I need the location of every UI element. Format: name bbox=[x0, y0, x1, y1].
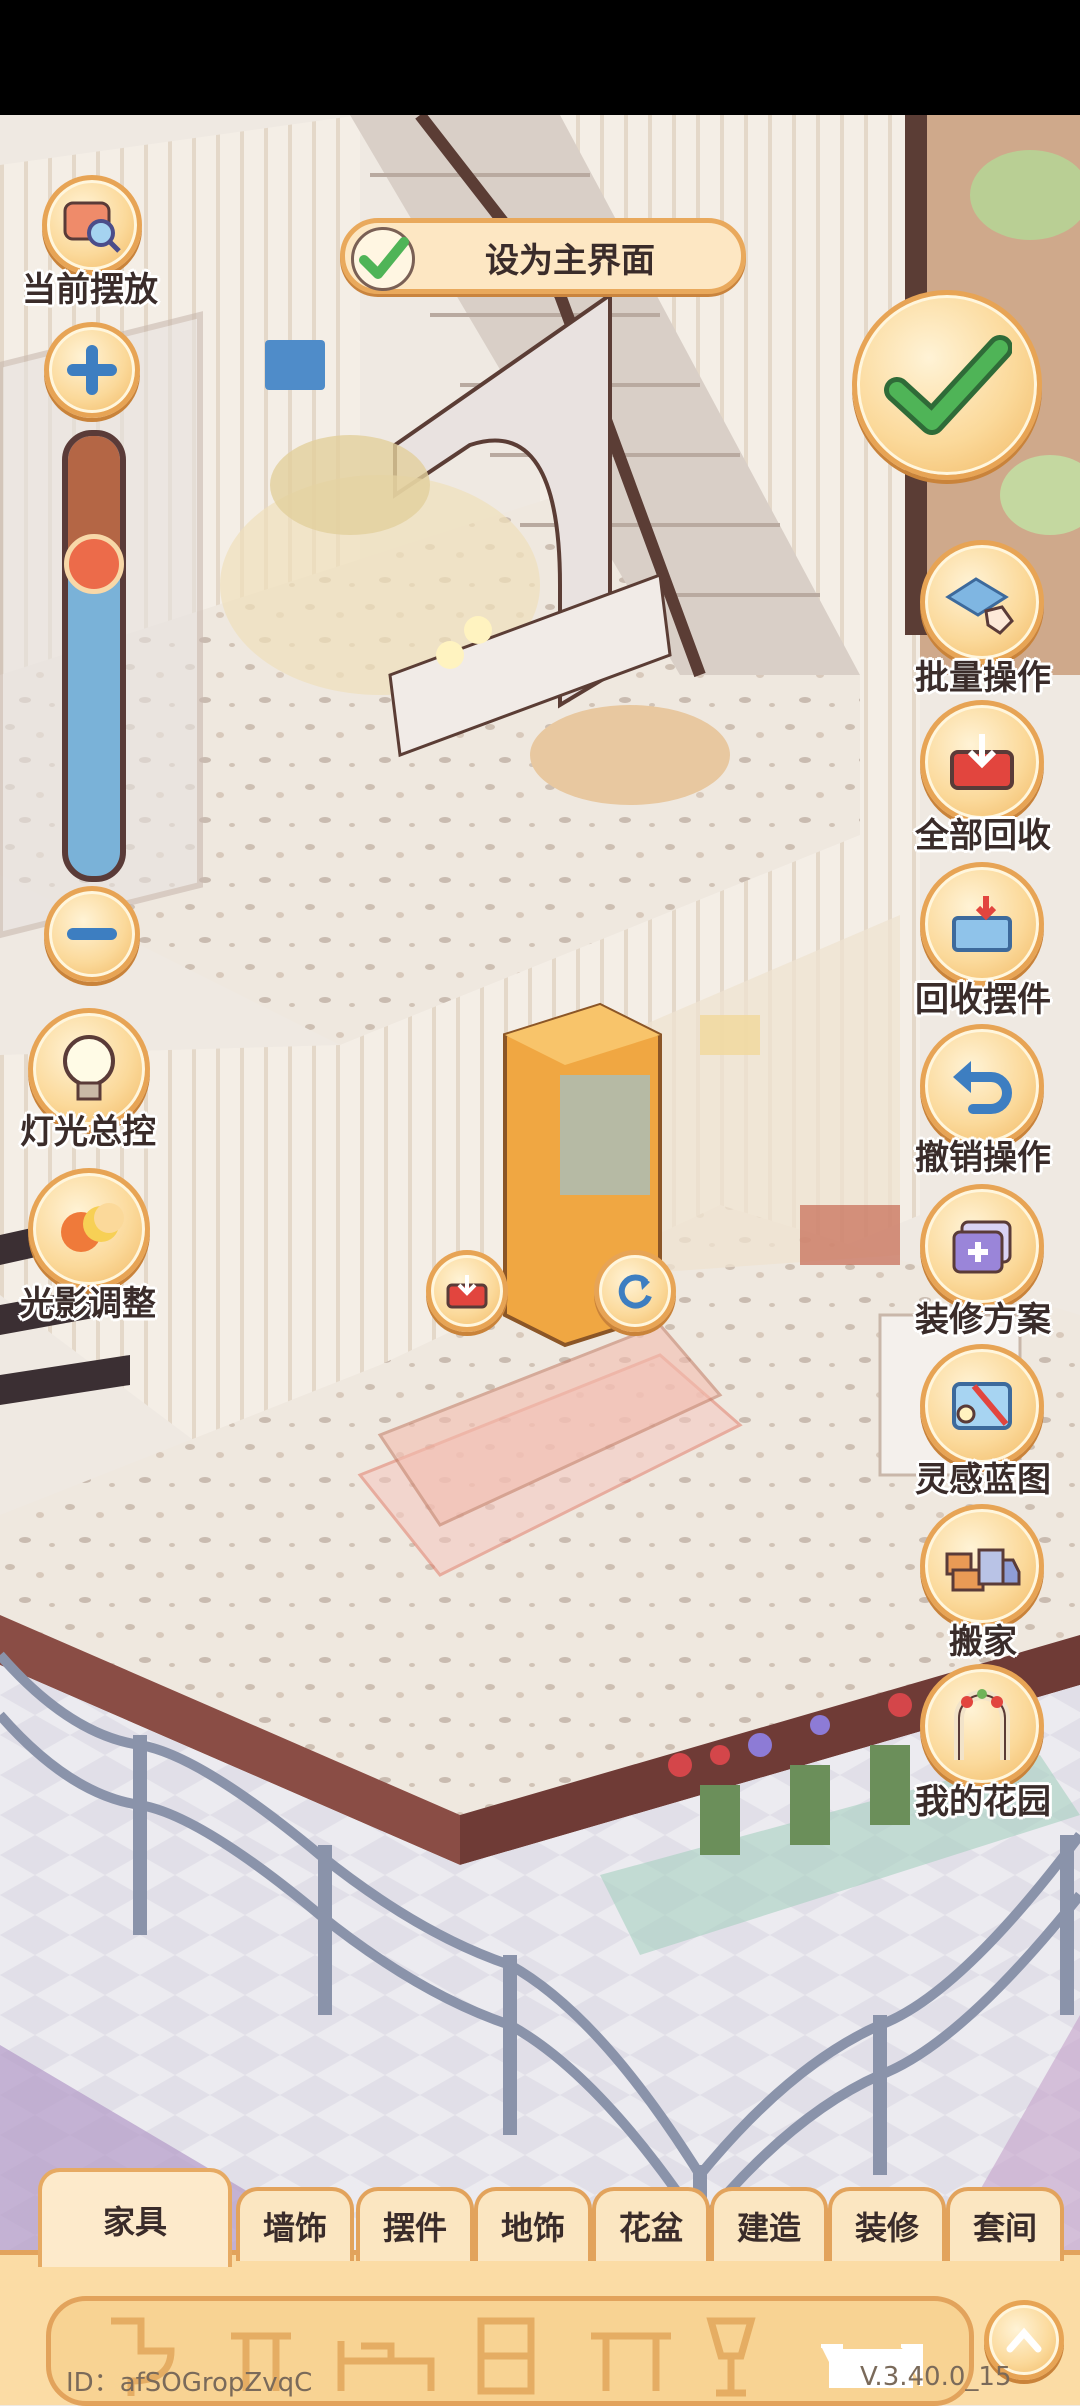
tab-wall-decor[interactable]: 墙饰 bbox=[236, 2187, 354, 2261]
move-house-button[interactable] bbox=[920, 1504, 1044, 1628]
tab-flowerpots[interactable]: 花盆 bbox=[592, 2187, 710, 2261]
minus-icon bbox=[67, 928, 117, 940]
moving-truck-icon bbox=[945, 1548, 1021, 1592]
rotate-icon bbox=[618, 1274, 652, 1309]
plus-icon bbox=[67, 345, 117, 395]
tab-build[interactable]: 建造 bbox=[710, 2187, 828, 2261]
current-placement-button[interactable] bbox=[42, 175, 142, 275]
blueprint-icon bbox=[952, 1382, 1012, 1430]
move-house-label: 搬家 bbox=[949, 1622, 1017, 1662]
sun-moon-icon bbox=[61, 1203, 124, 1252]
recycle-tray-icon bbox=[950, 734, 1014, 790]
bed-icon bbox=[337, 2341, 435, 2391]
shadow-adjust-button[interactable] bbox=[28, 1168, 150, 1290]
hand-tiles-icon bbox=[945, 577, 1014, 635]
recycle-all-button[interactable] bbox=[920, 700, 1044, 824]
recycle-all-label: 全部回收 bbox=[915, 816, 1051, 856]
inspiration-blueprint-label: 灵感蓝图 bbox=[915, 1460, 1051, 1500]
tab-floor-decor[interactable]: 地饰 bbox=[474, 2187, 592, 2261]
tab-ornaments[interactable]: 摆件 bbox=[356, 2187, 474, 2261]
lamp-icon bbox=[706, 2317, 756, 2397]
plan-cards-icon bbox=[952, 1220, 1012, 1274]
rotate-item-button[interactable] bbox=[594, 1250, 676, 1332]
tab-furniture[interactable]: 家具 bbox=[38, 2168, 232, 2267]
tab-suites[interactable]: 套间 bbox=[946, 2187, 1064, 2261]
recycle-box-icon bbox=[952, 896, 1012, 952]
decoration-plan-label: 装修方案 bbox=[915, 1300, 1051, 1340]
chevron-up-icon bbox=[1006, 2327, 1042, 2353]
zoom-slider-fill bbox=[68, 436, 120, 551]
recycle-item-button[interactable] bbox=[426, 1250, 508, 1332]
set-main-screen-toggle[interactable]: 设为主界面 bbox=[340, 218, 746, 294]
zoom-slider[interactable] bbox=[62, 430, 126, 882]
zoom-slider-handle[interactable] bbox=[64, 534, 124, 595]
inspiration-blueprint-button[interactable] bbox=[920, 1344, 1044, 1468]
cabinet-icon bbox=[477, 2317, 535, 2395]
batch-operation-button[interactable] bbox=[920, 540, 1044, 664]
lightbulb-icon bbox=[63, 1035, 115, 1101]
light-control-label: 灯光总控 bbox=[20, 1112, 156, 1152]
zoom-out-button[interactable] bbox=[44, 886, 140, 982]
undo-arrow-icon bbox=[953, 1061, 1012, 1114]
checkmark-icon bbox=[884, 335, 1012, 435]
version-label: V.3.40.0_15 bbox=[860, 2362, 1012, 2392]
my-garden-label: 我的花园 bbox=[915, 1782, 1051, 1822]
status-bar bbox=[0, 0, 1080, 115]
confirm-button[interactable] bbox=[852, 290, 1042, 480]
garden-arch-icon bbox=[954, 1689, 1010, 1760]
desk-icon bbox=[591, 2332, 671, 2391]
shadow-adjust-label: 光影调整 bbox=[20, 1284, 156, 1324]
zoom-in-button[interactable] bbox=[44, 322, 140, 418]
batch-operation-label: 批量操作 bbox=[915, 658, 1051, 698]
current-placement-label: 当前摆放 bbox=[22, 270, 158, 310]
undo-label: 撤销操作 bbox=[915, 1138, 1051, 1178]
player-id: ID：afSOGropZvqC bbox=[66, 2368, 313, 2398]
my-garden-button[interactable] bbox=[920, 1664, 1044, 1788]
recycle-ornaments-button[interactable] bbox=[920, 862, 1044, 986]
checkmark-icon bbox=[351, 227, 415, 291]
search-list-icon bbox=[63, 201, 121, 253]
set-main-screen-label: 设为主界面 bbox=[485, 241, 655, 281]
recycle-tray-icon bbox=[446, 1275, 488, 1309]
tab-renovation[interactable]: 装修 bbox=[828, 2187, 946, 2261]
decoration-plan-button[interactable] bbox=[920, 1184, 1044, 1308]
recycle-ornaments-label: 回收摆件 bbox=[915, 980, 1051, 1020]
